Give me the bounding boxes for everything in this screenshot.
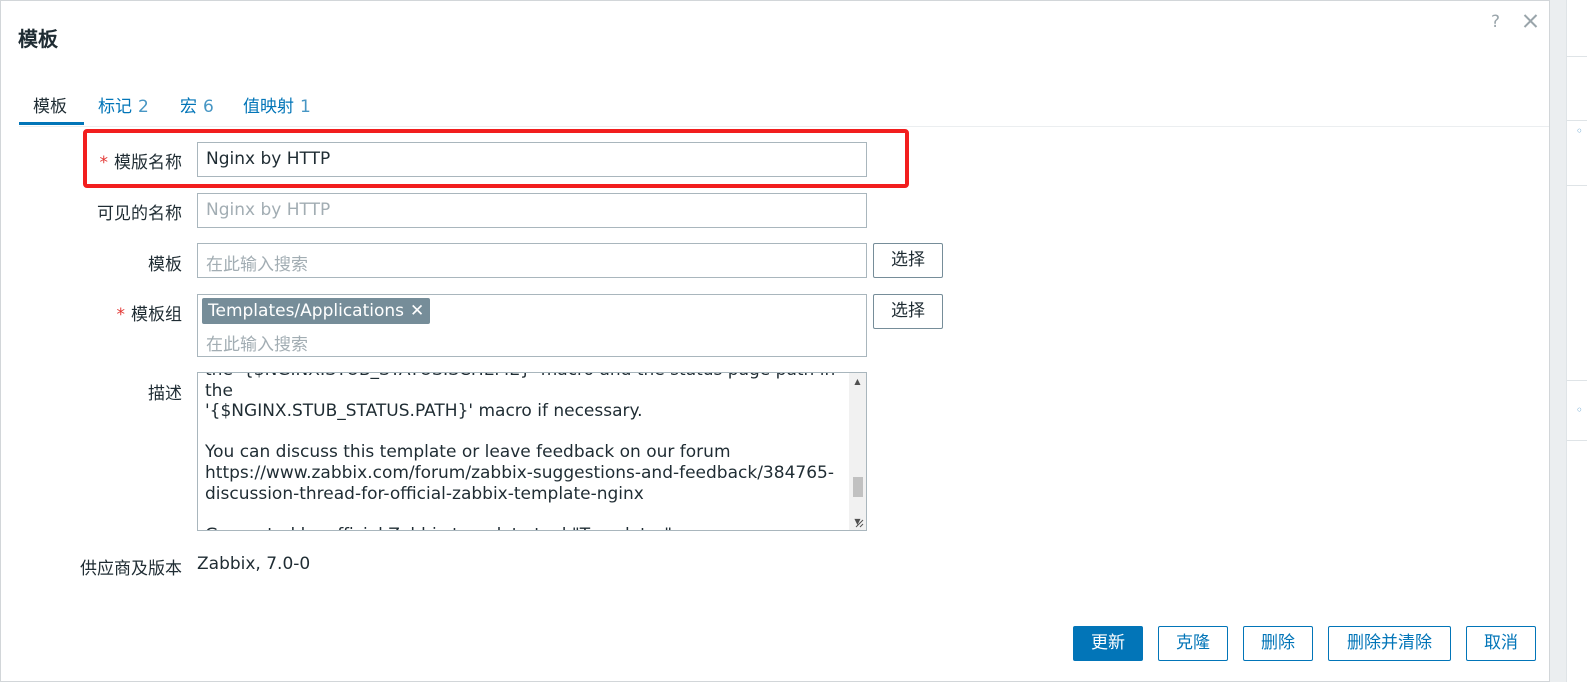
templates-search-input[interactable]: 在此输入搜索 (197, 243, 867, 278)
template-group-chip: Templates/Applications ✕ (202, 298, 431, 324)
tab-label: 模板 (33, 97, 67, 117)
description-label: 描述 (148, 384, 182, 404)
background-divider (1567, 120, 1587, 121)
required-marker: * (116, 305, 126, 325)
close-icon[interactable] (1520, 10, 1542, 32)
delete-button[interactable]: 删除 (1243, 626, 1313, 661)
background-page: ◦ ◦ (1566, 0, 1587, 682)
templates-select-button[interactable]: 选择 (873, 243, 943, 278)
help-icon[interactable]: ? (1491, 12, 1500, 32)
background-divider (1567, 56, 1587, 57)
cancel-button[interactable]: 取消 (1466, 626, 1536, 661)
template-groups-select-button[interactable]: 选择 (873, 294, 943, 329)
background-divider (1567, 185, 1587, 186)
label-text: 模板组 (131, 305, 182, 325)
template-groups-multiselect[interactable]: Templates/Applications ✕ 在此输入搜索 (197, 294, 867, 357)
vendor-version-value: Zabbix, 7.0-0 (197, 554, 311, 574)
tab-bar: 模板 标记 2 宏6 值映射 1 (19, 89, 1549, 127)
templates-label: 模板 (148, 255, 182, 275)
visible-name-label: 可见的名称 (97, 204, 182, 224)
tab-value-mapping[interactable]: 值映射 1 (243, 92, 311, 117)
delete-and-clear-button[interactable]: 删除并清除 (1328, 626, 1451, 661)
dialog-title: 模板 (18, 27, 58, 51)
tab-template[interactable]: 模板 (33, 92, 67, 117)
background-divider (1567, 440, 1587, 441)
template-name-label: * 模版名称 (61, 148, 183, 173)
visible-name-input[interactable]: Nginx by HTTP (197, 193, 867, 228)
description-text: the '{$NGINX.STUB_STATUS.SCHEME}' macro … (205, 373, 835, 530)
tab-count: 6 (203, 97, 214, 117)
tab-count: 2 (138, 97, 149, 117)
tab-label: 值映射 (243, 97, 294, 117)
scroll-thumb[interactable] (853, 477, 863, 497)
template-dialog: 模板 ? 模板 标记 2 宏6 值映射 1 * 模版名称 Nginx by HTTP … (0, 0, 1550, 682)
template-name-input[interactable]: Nginx by HTTP (197, 142, 867, 177)
description-textarea[interactable]: the '{$NGINX.STUB_STATUS.SCHEME}' macro … (197, 372, 867, 531)
tab-tags[interactable]: 标记 2 (98, 92, 149, 117)
description-scrollbar[interactable]: ▲ ▼ (849, 373, 866, 530)
clone-button[interactable]: 克隆 (1158, 626, 1228, 661)
active-tab-indicator (19, 122, 84, 125)
label-text: 模版名称 (114, 153, 182, 173)
tab-count: 1 (300, 97, 311, 117)
template-groups-label: * 模板组 (61, 300, 183, 325)
required-marker: * (99, 153, 109, 173)
template-groups-search-input[interactable]: 在此输入搜索 (206, 330, 308, 355)
resize-handle-icon[interactable] (854, 518, 864, 528)
tab-macros[interactable]: 宏6 (180, 92, 214, 117)
chip-label: Templates/Applications (208, 301, 404, 321)
update-button[interactable]: 更新 (1073, 626, 1143, 661)
scroll-up-arrow-icon[interactable]: ▲ (849, 373, 866, 390)
tab-label: 宏 (180, 97, 197, 117)
tab-label: 标记 (98, 97, 132, 117)
vendor-version-label: 供应商及版本 (80, 559, 182, 579)
remove-chip-icon[interactable]: ✕ (410, 298, 424, 324)
background-divider (1567, 380, 1587, 381)
background-link-icon: ◦ (1575, 403, 1583, 417)
background-link-icon: ◦ (1575, 124, 1583, 138)
